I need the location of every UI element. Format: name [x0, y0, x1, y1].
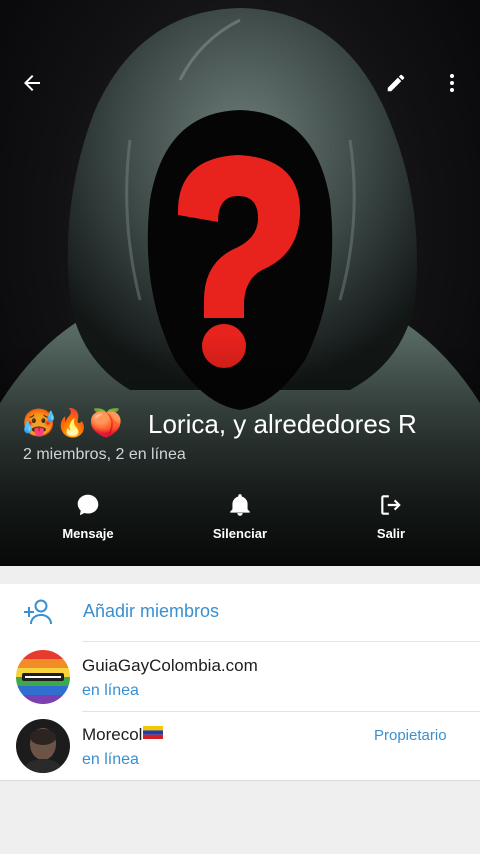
member-name: Morecol	[82, 725, 164, 745]
top-bar	[0, 58, 480, 108]
message-label: Mensaje	[62, 526, 114, 541]
members-section: Añadir miembros GuiaGayColombia.com en l…	[0, 584, 480, 780]
member-row[interactable]: GuiaGayColombia.com en línea	[0, 643, 480, 711]
add-members-button[interactable]: Añadir miembros	[0, 584, 480, 640]
avatar	[16, 719, 70, 773]
leave-label: Salir	[376, 526, 406, 541]
message-button[interactable]: Mensaje	[28, 492, 148, 552]
back-button[interactable]	[12, 63, 52, 103]
member-row[interactable]: Morecol en línea Propietario	[0, 712, 480, 780]
venezuela-flag-icon	[143, 726, 164, 739]
bell-icon	[230, 494, 250, 516]
member-status: en línea	[82, 751, 139, 768]
arrow-left-icon	[24, 75, 40, 91]
fire-emoji: 🔥	[55, 408, 90, 439]
hot-face-emoji: 🥵	[22, 408, 56, 439]
group-header: 🥵 🔥 🍑 Lorica, y alrededores R 2 miembros…	[0, 0, 480, 566]
more-vertical-icon	[450, 74, 454, 92]
divider	[82, 641, 480, 642]
peach-emoji: 🍑	[89, 408, 123, 439]
add-members-label: Añadir miembros	[83, 601, 220, 621]
mute-button[interactable]: Silenciar	[180, 492, 300, 552]
member-status: en línea	[82, 682, 139, 699]
more-options-button[interactable]	[432, 63, 472, 103]
section-gap	[0, 566, 480, 584]
group-title-row: 🥵 🔥 🍑 Lorica, y alrededores R	[22, 404, 472, 444]
edit-button[interactable]	[376, 63, 416, 103]
pencil-icon	[387, 74, 405, 92]
mute-label: Silenciar	[212, 526, 268, 541]
section-bottom-border	[0, 780, 480, 781]
action-bar: Mensaje Silenciar Salir	[0, 492, 480, 552]
add-user-icon	[24, 599, 52, 625]
message-bubble-icon	[77, 494, 99, 516]
owner-badge: Propietario	[374, 727, 447, 744]
leave-button[interactable]: Salir	[331, 492, 451, 552]
member-count: 2 miembros, 2 en línea	[23, 446, 186, 463]
avatar	[16, 650, 70, 704]
group-title: Lorica, y alrededores R	[148, 408, 417, 439]
title-emojis: 🥵 🔥 🍑	[22, 407, 132, 441]
member-name: GuiaGayColombia.com	[82, 656, 258, 675]
logout-icon	[381, 495, 401, 515]
